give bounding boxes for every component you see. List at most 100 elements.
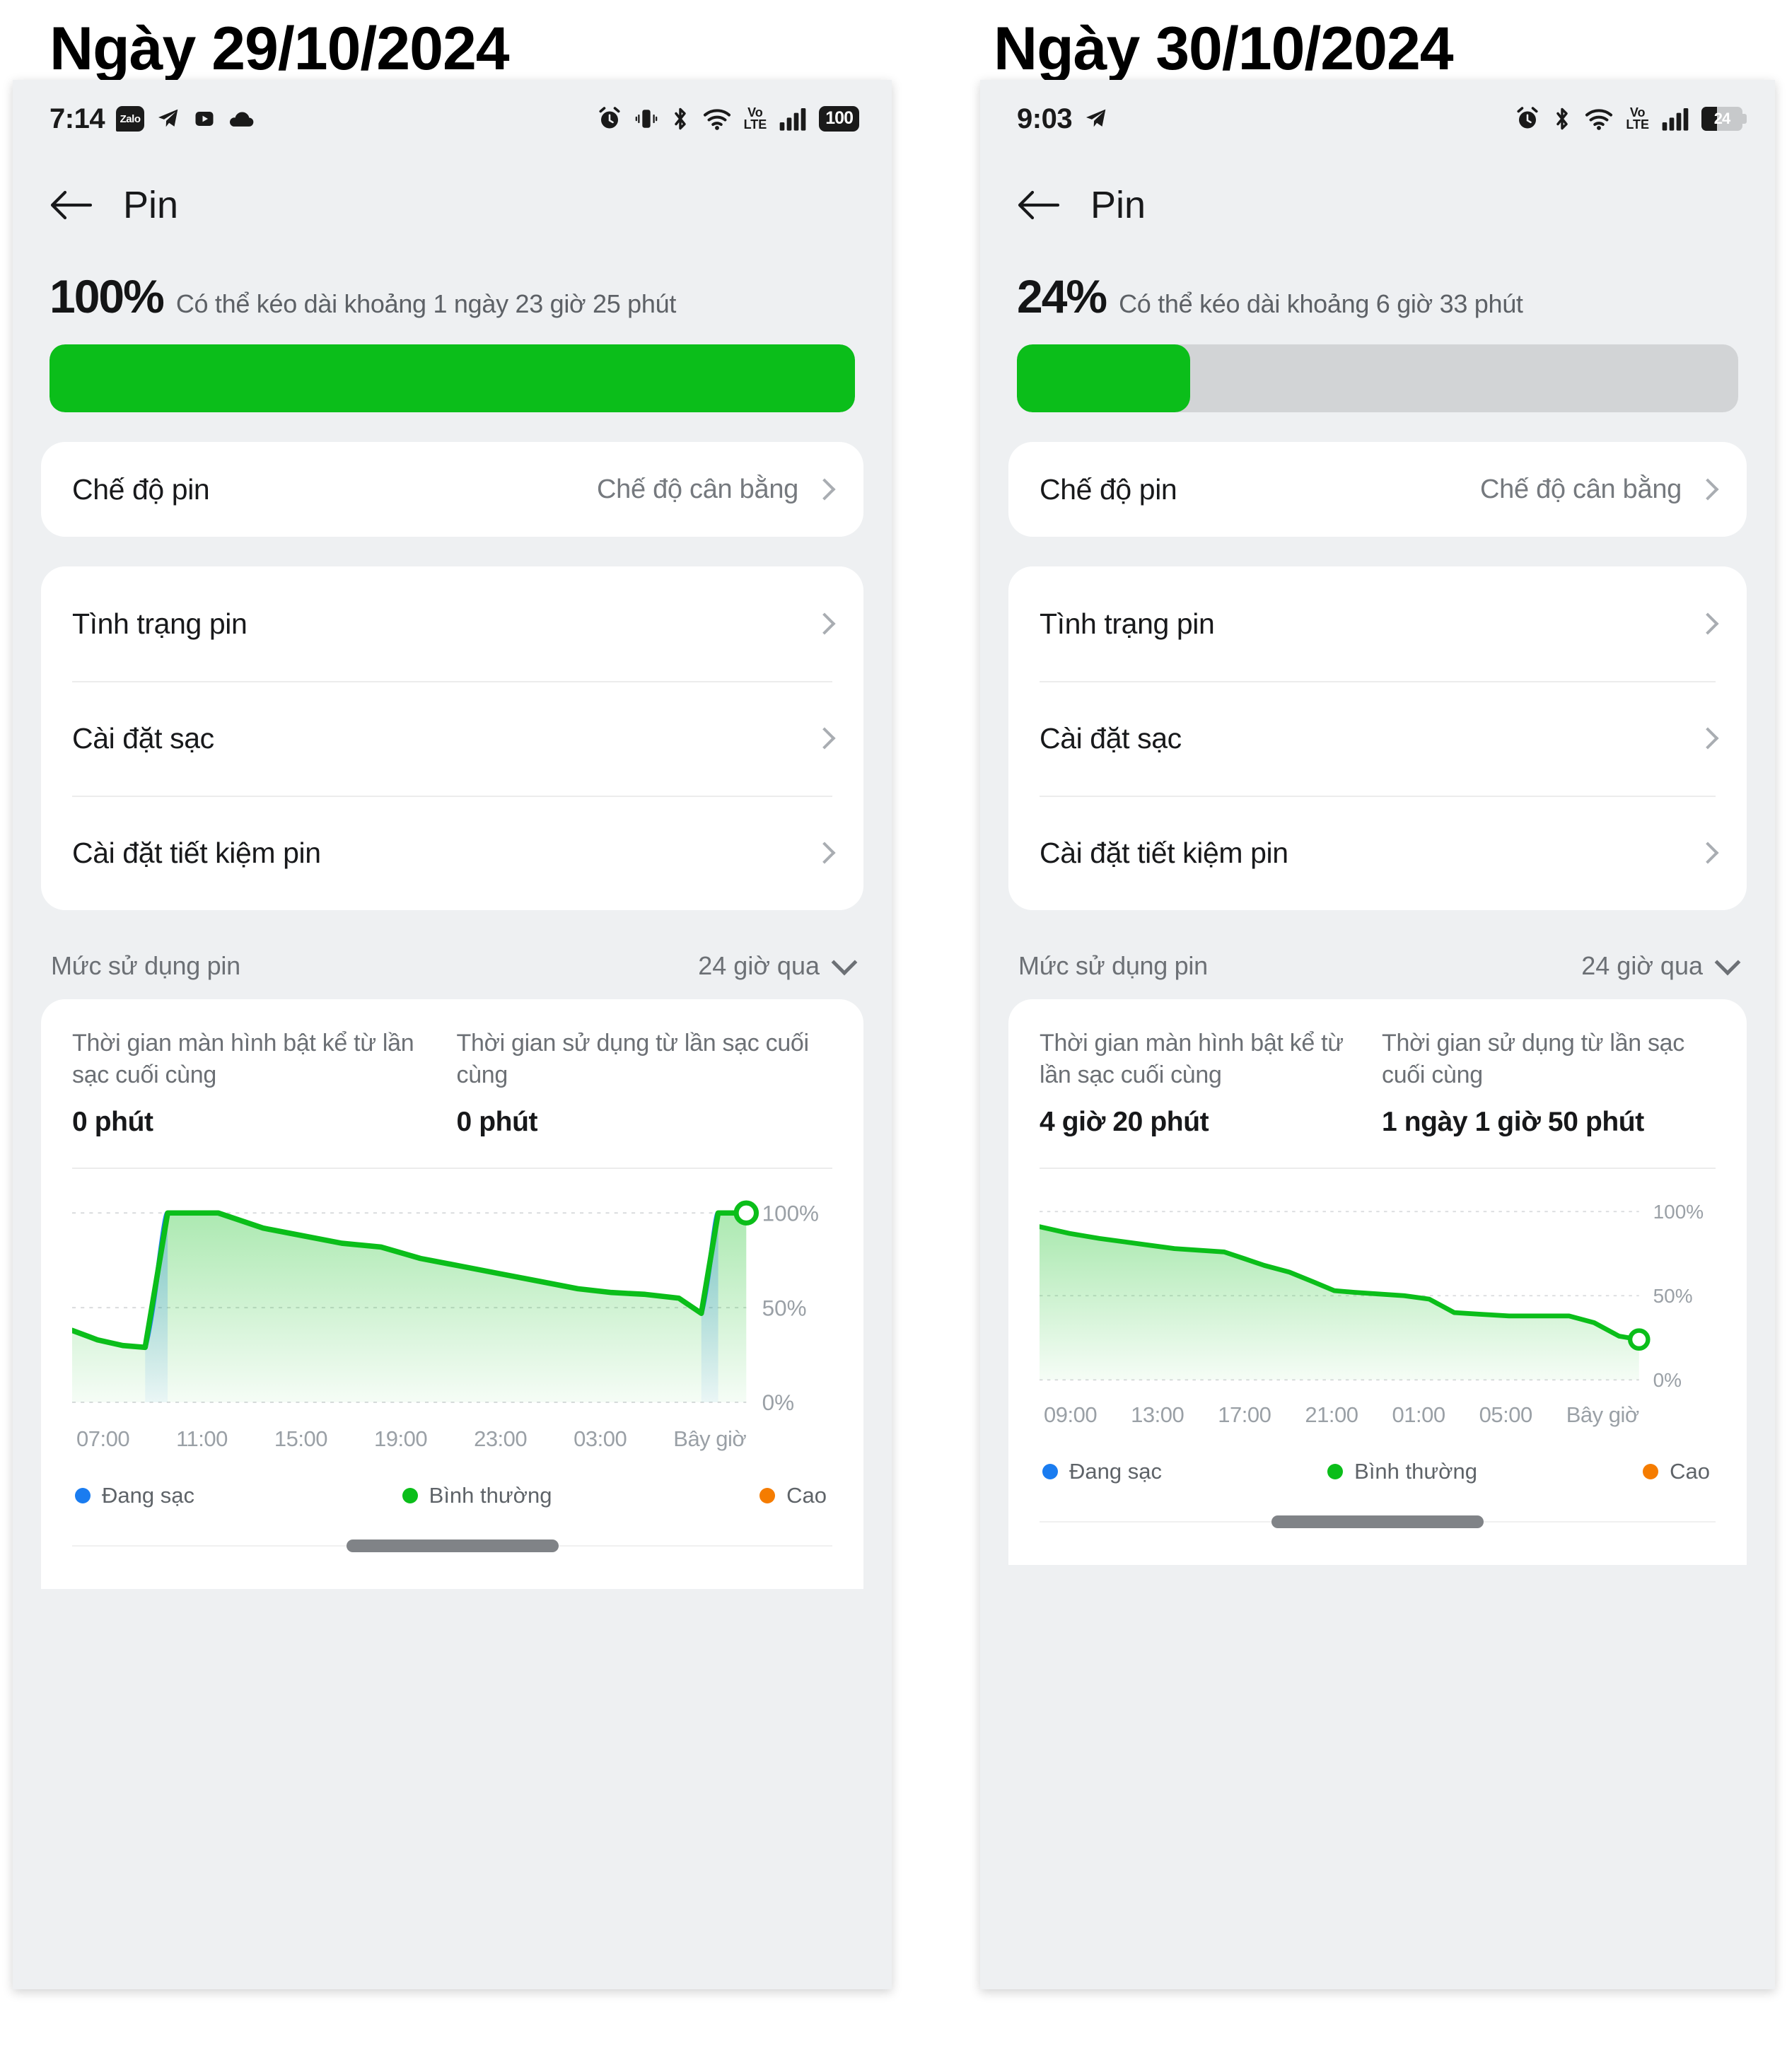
legend-label: Cao <box>1670 1459 1710 1484</box>
row-label: Cài đặt sạc <box>72 721 214 755</box>
usage-section-header: Mức sử dụng pin 24 giờ qua <box>980 910 1775 999</box>
bluetooth-icon <box>1552 106 1572 132</box>
chevron-right-icon <box>813 727 836 750</box>
system-nav-bar <box>72 1508 832 1589</box>
x-tick-label: 19:00 <box>373 1426 428 1451</box>
caption-left: Ngày 29/10/2024 <box>50 15 510 83</box>
row-value: Chế độ cân bằng <box>597 474 798 504</box>
row-power-saving-settings[interactable]: Cài đặt tiết kiệm pin <box>41 796 863 910</box>
x-tick-label: 01:00 <box>1392 1402 1446 1428</box>
x-tick-label: 15:00 <box>274 1426 328 1451</box>
back-arrow-icon[interactable] <box>1017 189 1059 221</box>
stat-label: Thời gian màn hình bật kể từ lần sạc cuố… <box>72 1030 414 1088</box>
battery-progress-track <box>50 344 855 412</box>
usage-card: Thời gian màn hình bật kể từ lần sạc cuố… <box>41 999 863 1589</box>
chevron-right-icon <box>813 478 836 501</box>
comparison-stage: Ngày 29/10/2024 Ngày 30/10/2024 7:14 Zal… <box>0 0 1787 2072</box>
status-clock: 7:14 <box>50 103 105 134</box>
legend-item: Bình thường <box>1327 1459 1477 1484</box>
legend-item: Cao <box>1643 1459 1710 1484</box>
svg-text:50%: 50% <box>762 1296 807 1320</box>
bluetooth-icon <box>670 106 690 132</box>
battery-mode-card: Chế độ pin Chế độ cân bằng <box>1008 442 1747 537</box>
chart-canvas: 100% 50% 0% <box>72 1200 819 1415</box>
row-power-saving-settings[interactable]: Cài đặt tiết kiệm pin <box>1008 796 1747 910</box>
battery-menu-card: Tình trạng pin Cài đặt sạc Cài đặt tiết … <box>41 566 863 910</box>
chevron-right-icon <box>813 612 836 635</box>
legend-label: Bình thường <box>429 1482 552 1508</box>
row-value: Chế độ cân bằng <box>1480 474 1682 504</box>
home-gesture-pill[interactable] <box>346 1539 559 1552</box>
legend-item: Cao <box>759 1483 827 1508</box>
battery-percent: 24% <box>1017 270 1107 322</box>
x-tick-label: Bây giờ <box>1566 1402 1640 1428</box>
battery-status-icon: 100 <box>819 106 859 132</box>
battery-status-icon: 24 <box>1701 107 1747 131</box>
alarm-icon <box>597 106 622 132</box>
x-tick-label: 03:00 <box>574 1426 627 1451</box>
chart-canvas: 100% 50% 0% <box>1040 1201 1704 1391</box>
usage-range-selector[interactable]: 24 giờ qua <box>1581 949 1741 981</box>
x-tick-label: 23:00 <box>474 1426 528 1451</box>
x-tick-label: 17:00 <box>1218 1402 1271 1428</box>
row-label: Cài đặt tiết kiệm pin <box>72 836 321 869</box>
row-label: Tình trạng pin <box>1040 607 1215 640</box>
stat-label: Thời gian sử dụng từ lần sạc cuối cùng <box>456 1030 810 1088</box>
row-charging-settings[interactable]: Cài đặt sạc <box>1008 681 1747 796</box>
system-nav-bar <box>1040 1484 1716 1565</box>
stat-since-last-charge: Thời gian sử dụng từ lần sạc cuối cùng 1… <box>1382 1028 1716 1138</box>
stat-value: 0 phút <box>456 1106 538 1137</box>
x-tick-label: 09:00 <box>1044 1402 1098 1428</box>
row-battery-mode[interactable]: Chế độ pin Chế độ cân bằng <box>41 442 863 537</box>
wifi-icon <box>702 107 732 131</box>
legend-dot-icon <box>1643 1464 1659 1480</box>
battery-progress-track <box>1017 344 1738 412</box>
row-label: Chế độ pin <box>1040 472 1177 506</box>
vibrate-icon <box>634 107 658 131</box>
cloud-icon <box>228 109 255 129</box>
row-battery-health[interactable]: Tình trạng pin <box>41 566 863 681</box>
youtube-icon <box>192 108 216 129</box>
usage-range-selector[interactable]: 24 giờ qua <box>698 949 858 981</box>
battery-summary: 100% Có thể kéo dài khoảng 1 ngày 23 giờ… <box>13 248 892 412</box>
svg-text:0%: 0% <box>762 1390 794 1415</box>
row-charging-settings[interactable]: Cài đặt sạc <box>41 681 863 796</box>
x-tick-label: 05:00 <box>1479 1402 1533 1428</box>
page-title: Pin <box>123 184 179 226</box>
battery-mode-card: Chế độ pin Chế độ cân bằng <box>41 442 863 537</box>
status-bar-left: 7:14 Zalo <box>50 103 255 135</box>
chevron-right-icon <box>813 842 836 864</box>
row-battery-mode[interactable]: Chế độ pin Chế độ cân bằng <box>1008 442 1747 537</box>
stat-label: Thời gian màn hình bật kể từ lần sạc cuố… <box>1040 1030 1344 1088</box>
status-bar-right: Vo LTE 100 <box>597 106 859 132</box>
row-battery-health[interactable]: Tình trạng pin <box>1008 566 1747 681</box>
back-arrow-icon[interactable] <box>50 189 92 221</box>
row-label: Tình trạng pin <box>72 607 248 640</box>
home-gesture-pill[interactable] <box>1271 1515 1484 1529</box>
status-bar: 9:03 Vo LTE 24 <box>980 80 1775 158</box>
signal-icon <box>779 107 807 131</box>
x-tick-label: 13:00 <box>1131 1402 1184 1428</box>
stat-since-last-charge: Thời gian sử dụng từ lần sạc cuối cùng 0… <box>457 1028 833 1138</box>
app-header: Pin <box>13 158 892 248</box>
stat-value: 1 ngày 1 giờ 50 phút <box>1382 1106 1644 1137</box>
battery-estimate: Có thể kéo dài khoảng 6 giờ 33 phút <box>1119 289 1523 318</box>
caption-right: Ngày 30/10/2024 <box>994 15 1454 83</box>
usage-range-label: 24 giờ qua <box>698 951 820 980</box>
battery-menu-card: Tình trạng pin Cài đặt sạc Cài đặt tiết … <box>1008 566 1747 910</box>
battery-percent: 100% <box>50 270 165 322</box>
usage-title: Mức sử dụng pin <box>51 951 240 980</box>
svg-text:100%: 100% <box>1653 1201 1704 1223</box>
legend-label: Đang sạc <box>102 1482 194 1508</box>
usage-stats: Thời gian màn hình bật kể từ lần sạc cuố… <box>72 1028 832 1138</box>
stat-value: 4 giờ 20 phút <box>1040 1106 1209 1137</box>
x-tick-label: 07:00 <box>76 1426 130 1451</box>
chevron-right-icon <box>1696 612 1719 635</box>
legend-item: Đang sạc <box>1042 1459 1162 1484</box>
stat-label: Thời gian sử dụng từ lần sạc cuối cùng <box>1382 1030 1684 1088</box>
battery-summary: 24% Có thể kéo dài khoảng 6 giờ 33 phút <box>980 248 1775 412</box>
battery-usage-chart: 100% 50% 0% 09:00 13:00 17:00 21:00 01:00 05:00… <box>1040 1169 1716 1485</box>
alarm-icon <box>1515 106 1540 132</box>
chart-x-axis: 09:00 13:00 17:00 21:00 01:00 05:00 Bây giờ <box>1040 1391 1716 1428</box>
phone-screenshot-right: 9:03 Vo LTE 24 Pin 24% Có thể kéo dài kh… <box>980 80 1775 1989</box>
